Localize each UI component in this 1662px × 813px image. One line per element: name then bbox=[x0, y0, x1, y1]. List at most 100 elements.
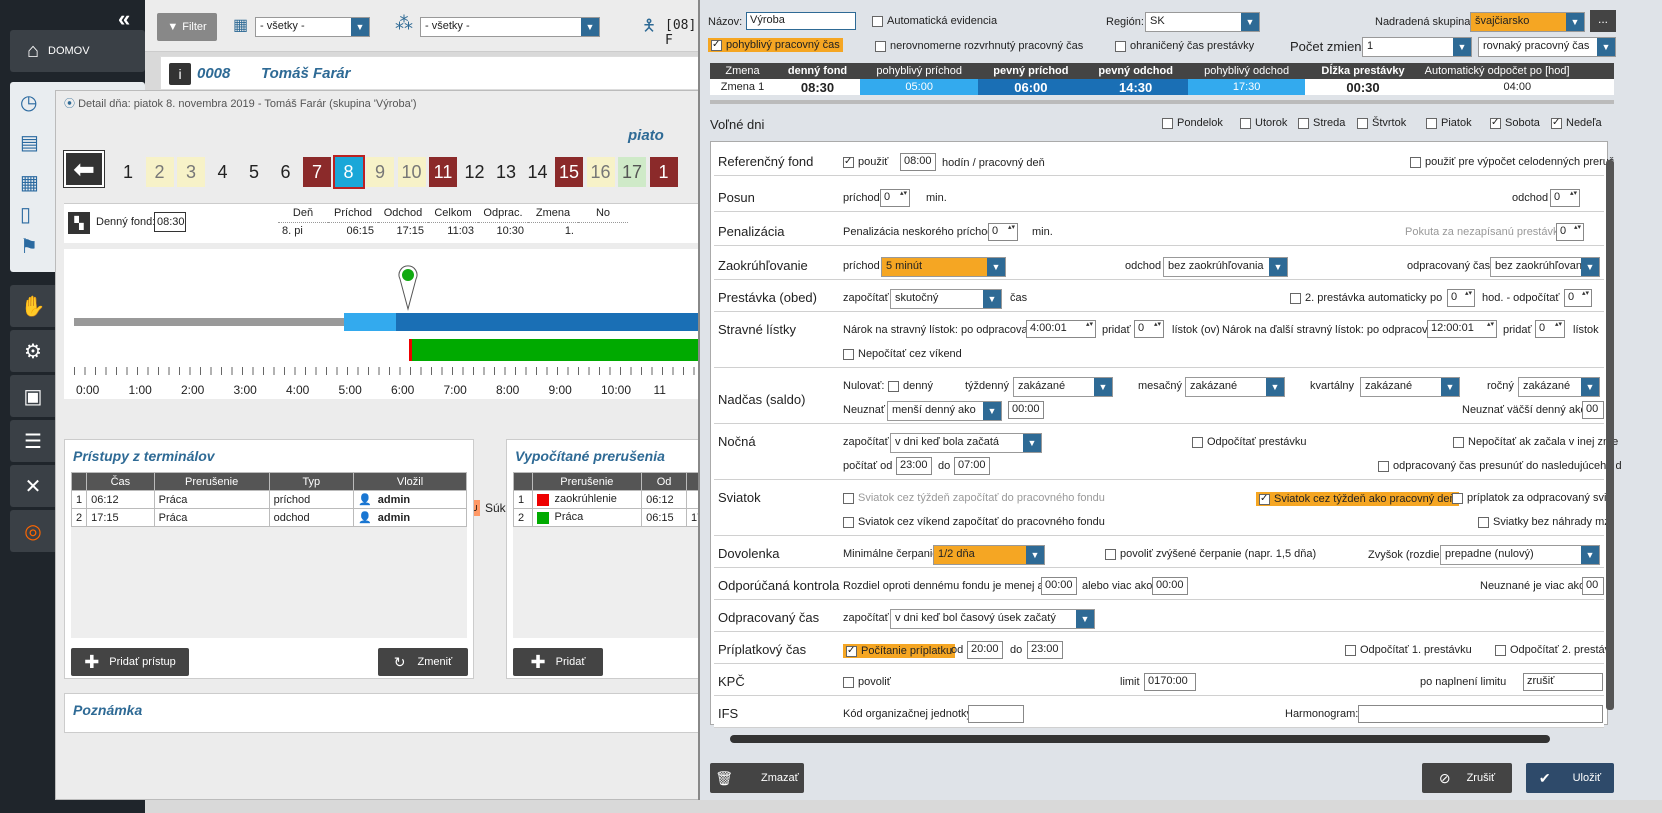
bonus-to-input[interactable]: 23:00 bbox=[1027, 641, 1063, 659]
day-button[interactable]: 13 bbox=[492, 157, 520, 187]
allow-increase-checkbox[interactable]: povoliť zvýšené čerpanie (napr. 1,5 dňa) bbox=[1105, 548, 1316, 560]
min-vacation-select[interactable]: 1/2 dňa ▼ bbox=[933, 545, 1045, 565]
holiday-week-workday-checkbox[interactable]: Sviatok cez týždeň ako pracovný deň bbox=[1256, 492, 1459, 506]
shift-departure-spinner[interactable]: 0 bbox=[1550, 189, 1580, 207]
penalty-spinner[interactable]: 0 bbox=[988, 223, 1018, 241]
worked-select[interactable]: v dni keď bol časový úsek začatý ▼ bbox=[890, 609, 1095, 629]
auto-evidence-checkbox[interactable]: Automatická evidencia bbox=[872, 15, 997, 27]
rounding-arrival-select[interactable]: 5 minút ▼ bbox=[881, 257, 1006, 277]
diff-input[interactable]: 00:00 bbox=[1041, 577, 1077, 595]
sidebar-item-domov[interactable]: ⌂ DOMOV bbox=[10, 30, 145, 72]
break-fine-spinner[interactable]: 0 bbox=[1556, 223, 1584, 241]
region-select[interactable]: SK ▼ bbox=[1145, 12, 1260, 32]
use-for-fullday-checkbox[interactable]: použiť pre výpočet celodenných preruš bbox=[1410, 156, 1614, 168]
day-button[interactable]: 9 bbox=[366, 157, 394, 187]
meal-add-spinner[interactable]: 0 bbox=[1134, 320, 1164, 338]
filter-button[interactable]: ▼ Filter bbox=[157, 13, 217, 41]
rounding-worked-select[interactable]: bez zaokrúhľovania ▼ bbox=[1490, 257, 1600, 277]
rounding-departure-select[interactable]: bez zaokrúhľovania ▼ bbox=[1163, 257, 1288, 277]
group-select[interactable]: - všetky - ▼ bbox=[420, 17, 600, 37]
night-move-checkbox[interactable]: odpracovaný čas presunúť do nasledujúceh… bbox=[1378, 460, 1622, 472]
no-weekend-meal-checkbox[interactable]: Nepočítať cez víkend bbox=[843, 348, 962, 360]
parent-group-select[interactable]: švajčiarsko ▼ bbox=[1470, 12, 1585, 32]
weekly-select[interactable]: zakázané ▼ bbox=[1013, 377, 1113, 397]
table-row[interactable]: 2 17:15 Práca odchod 👤 admin bbox=[70, 508, 467, 527]
weekday-checkbox[interactable]: Štvrtok bbox=[1357, 117, 1406, 129]
day-button[interactable]: 2 bbox=[145, 157, 174, 187]
scrollbar-vertical[interactable] bbox=[1606, 160, 1614, 710]
back-button[interactable]: ⬅ bbox=[63, 150, 105, 188]
day-button[interactable]: 4 bbox=[209, 157, 237, 187]
holiday-no-comp-checkbox[interactable]: Sviatky bez náhrady mz bbox=[1478, 516, 1610, 528]
holiday-week-fund-checkbox[interactable]: Sviatok cez týždeň započítať do pracovné… bbox=[843, 492, 1105, 504]
weekday-checkbox[interactable]: Piatok bbox=[1426, 117, 1472, 129]
meal-add2-spinner[interactable]: 0 bbox=[1535, 320, 1565, 338]
remainder-select[interactable]: prepadne (nulový) ▼ bbox=[1440, 545, 1600, 565]
weekday-checkbox[interactable]: Utorok bbox=[1240, 117, 1287, 129]
day-button[interactable]: 15 bbox=[555, 157, 583, 187]
disallow-select[interactable]: menší denný ako ▼ bbox=[887, 401, 1002, 421]
day-button[interactable]: 5 bbox=[240, 157, 268, 187]
shift-count-select[interactable]: 1 ▼ bbox=[1362, 37, 1472, 57]
weekday-checkbox[interactable]: Streda bbox=[1298, 117, 1345, 129]
weekday-checkbox[interactable]: Sobota bbox=[1490, 117, 1540, 129]
book-icon[interactable]: ▤ bbox=[20, 130, 39, 155]
scrollbar-horizontal-bottom[interactable] bbox=[730, 735, 1550, 743]
flag-icon[interactable]: ⚑ bbox=[20, 234, 38, 259]
more-button[interactable]: ... bbox=[1590, 10, 1616, 32]
disallow-time-input[interactable]: 00:00 bbox=[1008, 401, 1044, 419]
delete-button[interactable]: 🗑 Zmazať bbox=[710, 763, 804, 793]
add-access-button[interactable]: ✚ Pridať prístup bbox=[71, 648, 189, 676]
kpc-limit-input[interactable]: 0170:00 bbox=[1144, 673, 1196, 691]
scrollbar-horizontal[interactable] bbox=[710, 100, 1614, 104]
daily-reset-checkbox[interactable]: denný bbox=[888, 380, 933, 392]
day-button[interactable]: 17 bbox=[618, 157, 646, 187]
disallow-larger-input[interactable]: 00 bbox=[1582, 401, 1604, 419]
day-button[interactable]: 1 bbox=[649, 157, 678, 187]
day-button[interactable]: 10 bbox=[397, 157, 426, 187]
table-row[interactable]: 2Práca06:1517 bbox=[513, 508, 707, 527]
table-row[interactable]: 1 06:12 Práca príchod 👤 admin bbox=[70, 490, 467, 509]
limited-break-checkbox[interactable]: ohraničený čas prestávky bbox=[1115, 40, 1254, 52]
holiday-weekend-fund-checkbox[interactable]: Sviatok cez víkend započítať do pracovné… bbox=[843, 516, 1105, 528]
table-row[interactable]: 1 zaokrúhlenie 06:12 bbox=[513, 490, 707, 509]
clock-icon[interactable]: ◷ bbox=[20, 90, 37, 115]
name-input[interactable]: Výroba bbox=[746, 12, 856, 30]
night-deduct-break-checkbox[interactable]: Odpočítať prestávku bbox=[1192, 436, 1307, 448]
harmonogram-input[interactable] bbox=[1358, 705, 1603, 723]
yearly-select[interactable]: zakázané ▼ bbox=[1518, 377, 1600, 397]
change-button[interactable]: ↻ Zmeniť bbox=[378, 648, 468, 676]
second-break-checkbox[interactable]: 2. prestávka automaticky bbox=[1290, 292, 1427, 304]
cancel-button[interactable]: ⊘ Zrušiť bbox=[1422, 763, 1512, 793]
flexible-time-checkbox[interactable]: pohyblivý pracovný čas bbox=[708, 38, 843, 52]
shift-arrival-spinner[interactable]: 0 bbox=[880, 189, 910, 207]
monthly-select[interactable]: zakázané ▼ bbox=[1185, 377, 1285, 397]
night-from-input[interactable]: 23:00 bbox=[896, 457, 932, 475]
holiday-bonus-checkbox[interactable]: príplatok za odpracovaný svia bbox=[1452, 492, 1613, 504]
uneven-time-checkbox[interactable]: nerovnomerne rozvrhnutý pracovný čas bbox=[875, 40, 1083, 52]
day-button[interactable]: 8 bbox=[332, 155, 365, 189]
add-break-button[interactable]: ✚ Pridať bbox=[513, 648, 603, 676]
save-button[interactable]: ✔ Uložiť bbox=[1526, 763, 1614, 793]
day-button[interactable]: 16 bbox=[586, 157, 615, 187]
diff-more-input[interactable]: 00:00 bbox=[1152, 577, 1188, 595]
meal-ticket-spinner[interactable]: 4:00:01 bbox=[1026, 320, 1096, 338]
table-row[interactable]: Zmena 1 08:30 05:00 06:00 14:30 17:30 00:30 04:… bbox=[710, 79, 1614, 95]
day-button[interactable]: 6 bbox=[272, 157, 300, 187]
kpc-after-limit-select[interactable]: zrušiť bbox=[1523, 673, 1603, 691]
workplace-select[interactable]: - všetky - ▼ bbox=[255, 17, 370, 37]
day-button[interactable]: 1 bbox=[114, 157, 142, 187]
day-button[interactable]: 11 bbox=[429, 157, 457, 187]
org-unit-input[interactable] bbox=[968, 705, 1024, 723]
weekday-checkbox[interactable]: Pondelok bbox=[1162, 117, 1223, 129]
door-icon[interactable]: ▯ bbox=[20, 202, 31, 227]
night-select[interactable]: v dni keď bola začatá ▼ bbox=[890, 433, 1042, 453]
kpc-allow-checkbox[interactable]: povoliť bbox=[843, 676, 891, 688]
weekday-checkbox[interactable]: Nedeľa bbox=[1551, 117, 1602, 129]
day-button[interactable]: 14 bbox=[524, 157, 552, 187]
break-select[interactable]: skutočný ▼ bbox=[890, 289, 1002, 309]
bonus-from-input[interactable]: 20:00 bbox=[967, 641, 1003, 659]
day-button[interactable]: 12 bbox=[461, 157, 489, 187]
bonus-calc-checkbox[interactable]: Počítanie príplatku bbox=[843, 644, 956, 658]
day-button[interactable]: 3 bbox=[177, 157, 205, 187]
